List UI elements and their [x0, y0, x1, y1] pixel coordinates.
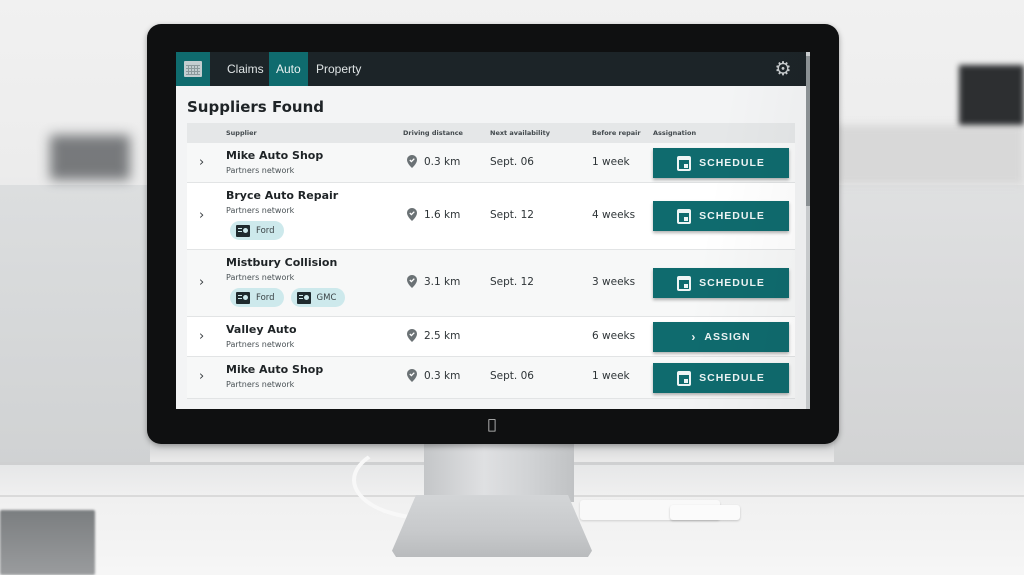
distance-value: 2.5 km	[424, 329, 461, 342]
driving-distance: 3.1 km	[407, 275, 460, 288]
table-row[interactable]: › Mike Auto Shop Partners network 0.3 km…	[187, 143, 795, 183]
certificate-icon	[236, 224, 250, 237]
supplier-name: Mike Auto Shop	[226, 149, 324, 162]
table-row[interactable]: › Mike Auto Shop Partners network 0.3 km…	[187, 357, 795, 399]
schedule-button[interactable]: SCHEDULE	[653, 268, 789, 298]
background-box	[0, 510, 95, 575]
next-availability: Sept. 06	[490, 370, 534, 382]
before-repair: 1 week	[592, 156, 630, 168]
button-label: SCHEDULE	[699, 372, 765, 384]
brand-tags: Ford	[230, 221, 284, 240]
chevron-right-icon: ›	[691, 330, 697, 344]
tag-label: GMC	[316, 292, 337, 303]
supplier-name: Valley Auto	[226, 323, 297, 336]
chevron-right-icon[interactable]: ›	[199, 276, 209, 289]
app-logo[interactable]	[176, 52, 210, 86]
chevron-right-icon[interactable]: ›	[199, 156, 209, 169]
scrollbar-thumb[interactable]	[806, 56, 810, 206]
next-availability: Sept. 06	[490, 156, 534, 168]
assign-button[interactable]: › ASSIGN	[653, 322, 789, 352]
driving-distance: 0.3 km	[407, 155, 460, 168]
tab-auto[interactable]: Auto	[269, 52, 308, 86]
before-repair: 3 weeks	[592, 276, 636, 288]
calendar-icon	[677, 370, 692, 386]
supplier-network: Partners network	[226, 380, 295, 389]
suppliers-table: Supplier Driving distance Next availabil…	[187, 123, 795, 399]
tab-claims[interactable]: Claims	[220, 52, 271, 86]
driving-distance: 2.5 km	[407, 329, 460, 342]
column-header-next-availability: Next availability	[490, 129, 550, 137]
map-pin-check-icon	[407, 208, 417, 221]
button-label: SCHEDULE	[699, 277, 765, 289]
table-row[interactable]: › Valley Auto Partners network 2.5 km 6 …	[187, 317, 795, 357]
tag-label: Ford	[256, 225, 275, 236]
supplier-network: Partners network	[226, 166, 295, 175]
calendar-icon	[677, 208, 692, 224]
calendar-icon	[677, 155, 692, 171]
button-label: SCHEDULE	[699, 210, 765, 222]
map-pin-check-icon	[407, 329, 417, 342]
before-repair: 6 weeks	[592, 330, 636, 342]
table-row[interactable]: › Bryce Auto Repair Partners network For…	[187, 183, 795, 250]
brand-tag: GMC	[290, 288, 346, 307]
table-header: Supplier Driving distance Next availabil…	[187, 123, 795, 143]
calendar-icon	[677, 275, 692, 291]
column-header-assignation: Assignation	[653, 129, 697, 137]
certificate-icon	[296, 291, 311, 304]
tag-label: Ford	[256, 292, 275, 303]
before-repair: 4 weeks	[592, 209, 636, 221]
chevron-right-icon[interactable]: ›	[199, 370, 209, 383]
column-header-driving-distance: Driving distance	[403, 129, 463, 137]
gear-icon[interactable]: ⚙	[774, 60, 792, 79]
calendar-grid-icon	[184, 61, 202, 77]
supplier-name: Mistbury Collision	[226, 256, 338, 269]
apple-logo-icon: 	[485, 418, 499, 433]
table-row[interactable]: › Mistbury Collision Partners network Fo…	[187, 250, 795, 317]
background-wall	[834, 185, 1024, 465]
column-header-supplier: Supplier	[226, 129, 257, 137]
map-pin-check-icon	[407, 275, 417, 288]
distance-value: 1.6 km	[424, 208, 461, 221]
button-label: ASSIGN	[704, 331, 751, 343]
supplier-network: Partners network	[226, 273, 295, 282]
button-label: SCHEDULE	[699, 157, 765, 169]
trackpad	[670, 505, 740, 520]
supplier-network: Partners network	[226, 206, 295, 215]
next-availability: Sept. 12	[490, 276, 534, 288]
driving-distance: 1.6 km	[407, 208, 460, 221]
driving-distance: 0.3 km	[407, 369, 460, 382]
map-pin-check-icon	[407, 369, 417, 382]
scrollbar[interactable]	[806, 52, 810, 409]
distance-value: 0.3 km	[424, 369, 461, 382]
supplier-name: Bryce Auto Repair	[226, 189, 339, 202]
background-monitor	[959, 65, 1024, 125]
tab-property[interactable]: Property	[309, 52, 368, 86]
brand-tags: Ford GMC	[230, 288, 346, 307]
background-object	[834, 125, 1024, 185]
distance-value: 3.1 km	[424, 275, 461, 288]
map-pin-check-icon	[407, 155, 417, 168]
supplier-name: Mike Auto Shop	[226, 363, 324, 376]
distance-value: 0.3 km	[424, 155, 461, 168]
schedule-button[interactable]: SCHEDULE	[653, 363, 789, 393]
app-screen: Claims Auto Property ⚙ Suppliers Found S…	[176, 52, 810, 409]
schedule-button[interactable]: SCHEDULE	[653, 201, 789, 231]
schedule-button[interactable]: SCHEDULE	[653, 148, 789, 178]
chevron-right-icon[interactable]: ›	[199, 209, 209, 222]
page-title: Suppliers Found	[187, 98, 324, 116]
app-bar: Claims Auto Property ⚙	[176, 52, 810, 86]
column-header-before-repair: Before repair	[592, 129, 641, 137]
background-wall	[0, 185, 150, 465]
monitor-stand	[424, 442, 574, 502]
monitor-stand-foot	[392, 495, 592, 557]
before-repair: 1 week	[592, 370, 630, 382]
brand-tag: Ford	[230, 221, 284, 240]
next-availability: Sept. 12	[490, 209, 534, 221]
background-object	[50, 135, 130, 180]
brand-tag: Ford	[230, 288, 284, 307]
supplier-network: Partners network	[226, 340, 295, 349]
chevron-right-icon[interactable]: ›	[199, 330, 209, 343]
certificate-icon	[236, 291, 250, 304]
